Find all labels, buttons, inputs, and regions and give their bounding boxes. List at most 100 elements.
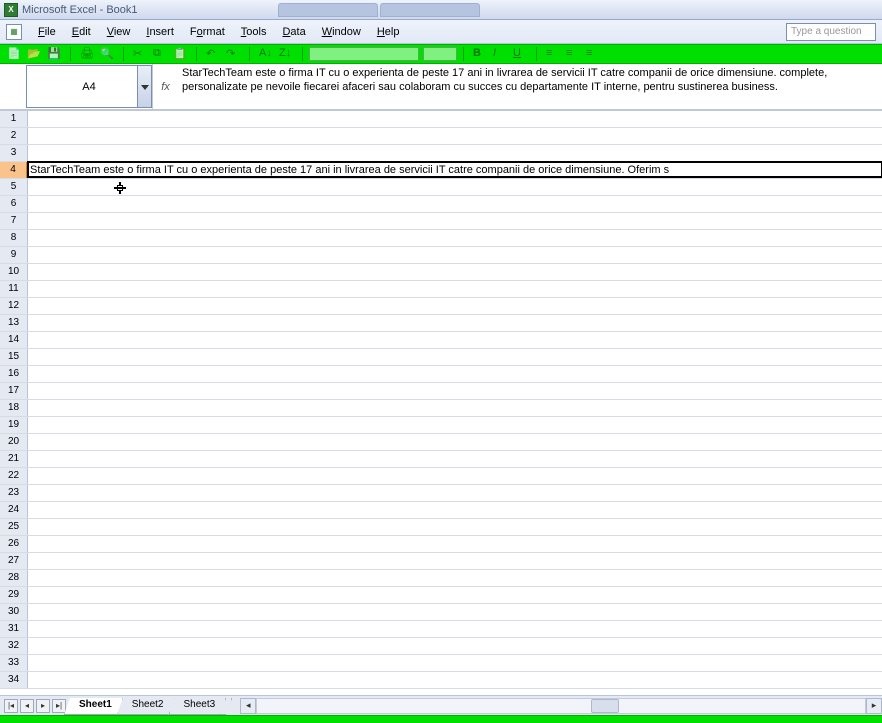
row-cells[interactable] (28, 315, 882, 331)
formula-bar[interactable]: StarTechTeam este o firma IT cu o experi… (178, 64, 882, 109)
undo-icon[interactable]: ↶ (206, 47, 220, 61)
row-cells[interactable] (28, 451, 882, 467)
row-header[interactable]: 18 (0, 400, 28, 416)
row-header[interactable]: 34 (0, 672, 28, 688)
row-cells[interactable] (28, 502, 882, 518)
row-cells[interactable] (28, 383, 882, 399)
row-header[interactable]: 5 (0, 179, 28, 195)
row-cells[interactable] (28, 264, 882, 280)
row-header[interactable]: 10 (0, 264, 28, 280)
row-header[interactable]: 17 (0, 383, 28, 399)
row-header[interactable]: 33 (0, 655, 28, 671)
row-header[interactable]: 3 (0, 145, 28, 161)
sort-desc-icon[interactable]: Z↓ (279, 47, 293, 61)
sheet-tab-sheet1[interactable]: Sheet1 (64, 698, 123, 715)
row-header[interactable]: 14 (0, 332, 28, 348)
row-header[interactable]: 22 (0, 468, 28, 484)
redo-icon[interactable]: ↷ (226, 47, 240, 61)
new-icon[interactable]: 📄 (7, 47, 21, 61)
row-header[interactable]: 2 (0, 128, 28, 144)
next-sheet-button[interactable]: ▸ (36, 699, 50, 713)
menu-file[interactable]: File (30, 24, 64, 40)
sheet-tab-sheet3[interactable]: Sheet3 (169, 698, 227, 715)
name-box-dropdown[interactable] (137, 66, 151, 107)
row-cells[interactable] (28, 230, 882, 246)
row-header[interactable]: 31 (0, 621, 28, 637)
row-header[interactable]: 19 (0, 417, 28, 433)
print-icon[interactable]: 🖨 (80, 47, 94, 61)
row-header[interactable]: 1 (0, 111, 28, 127)
row-header[interactable]: 11 (0, 281, 28, 297)
row-header[interactable]: 23 (0, 485, 28, 501)
align-left-icon[interactable]: ≡ (546, 47, 560, 61)
row-header[interactable]: 24 (0, 502, 28, 518)
last-sheet-button[interactable]: ▸| (52, 699, 66, 713)
row-cells[interactable] (28, 179, 882, 195)
font-name-selector[interactable] (309, 47, 419, 61)
sort-asc-icon[interactable]: A↓ (259, 47, 273, 61)
menu-window[interactable]: Window (314, 24, 369, 40)
prev-sheet-button[interactable]: ◂ (20, 699, 34, 713)
row-header[interactable]: 6 (0, 196, 28, 212)
scroll-left-button[interactable]: ◂ (240, 698, 256, 714)
row-cells[interactable] (28, 349, 882, 365)
menu-edit[interactable]: Edit (64, 24, 99, 40)
sheet-tab-sheet2[interactable]: Sheet2 (117, 698, 175, 715)
row-cells[interactable] (28, 621, 882, 637)
row-cells[interactable] (28, 332, 882, 348)
preview-icon[interactable]: 🔍 (100, 47, 114, 61)
row-cells[interactable] (28, 196, 882, 212)
menu-data[interactable]: Data (274, 24, 313, 40)
row-header[interactable]: 4 (0, 162, 28, 178)
row-cells[interactable] (28, 128, 882, 144)
row-cells[interactable] (28, 366, 882, 382)
insert-function-button[interactable]: fx (152, 64, 178, 109)
row-header[interactable]: 32 (0, 638, 28, 654)
underline-icon[interactable]: U (513, 47, 527, 61)
rows-viewport[interactable]: 1234StarTechTeam este o firma IT cu o ex… (0, 111, 882, 695)
row-header[interactable]: 28 (0, 570, 28, 586)
row-cells[interactable]: StarTechTeam este o firma IT cu o experi… (28, 162, 882, 178)
menu-insert[interactable]: Insert (138, 24, 182, 40)
row-cells[interactable] (28, 247, 882, 263)
row-cells[interactable] (28, 298, 882, 314)
menu-help[interactable]: Help (369, 24, 408, 40)
row-cells[interactable] (28, 604, 882, 620)
font-size-selector[interactable] (423, 47, 457, 61)
row-header[interactable]: 20 (0, 434, 28, 450)
workbook-icon[interactable]: ▦ (6, 24, 22, 40)
row-cells[interactable] (28, 111, 882, 127)
row-cells[interactable] (28, 672, 882, 688)
worksheet-grid[interactable]: 1234StarTechTeam este o firma IT cu o ex… (0, 110, 882, 695)
row-header[interactable]: 30 (0, 604, 28, 620)
row-cells[interactable] (28, 536, 882, 552)
scroll-track[interactable] (256, 698, 866, 714)
row-cells[interactable] (28, 485, 882, 501)
row-cells[interactable] (28, 417, 882, 433)
row-cells[interactable] (28, 638, 882, 654)
row-header[interactable]: 21 (0, 451, 28, 467)
first-sheet-button[interactable]: |◂ (4, 699, 18, 713)
save-icon[interactable]: 💾 (47, 47, 61, 61)
row-cells[interactable] (28, 468, 882, 484)
row-header[interactable]: 12 (0, 298, 28, 314)
row-cells[interactable] (28, 587, 882, 603)
row-cells[interactable] (28, 400, 882, 416)
row-cells[interactable] (28, 570, 882, 586)
row-header[interactable]: 7 (0, 213, 28, 229)
row-header[interactable]: 26 (0, 536, 28, 552)
cut-icon[interactable]: ✂ (133, 47, 147, 61)
row-header[interactable]: 29 (0, 587, 28, 603)
align-right-icon[interactable]: ≡ (586, 47, 600, 61)
copy-icon[interactable]: ⧉ (153, 47, 167, 61)
row-header[interactable]: 16 (0, 366, 28, 382)
row-cells[interactable] (28, 519, 882, 535)
help-search-box[interactable]: Type a question (786, 23, 876, 41)
menu-tools[interactable]: Tools (233, 24, 275, 40)
name-box[interactable]: A4 (26, 65, 152, 108)
open-icon[interactable]: 📂 (27, 47, 41, 61)
row-header[interactable]: 15 (0, 349, 28, 365)
row-cells[interactable] (28, 434, 882, 450)
italic-icon[interactable]: I (493, 47, 507, 61)
bold-icon[interactable]: B (473, 47, 487, 61)
